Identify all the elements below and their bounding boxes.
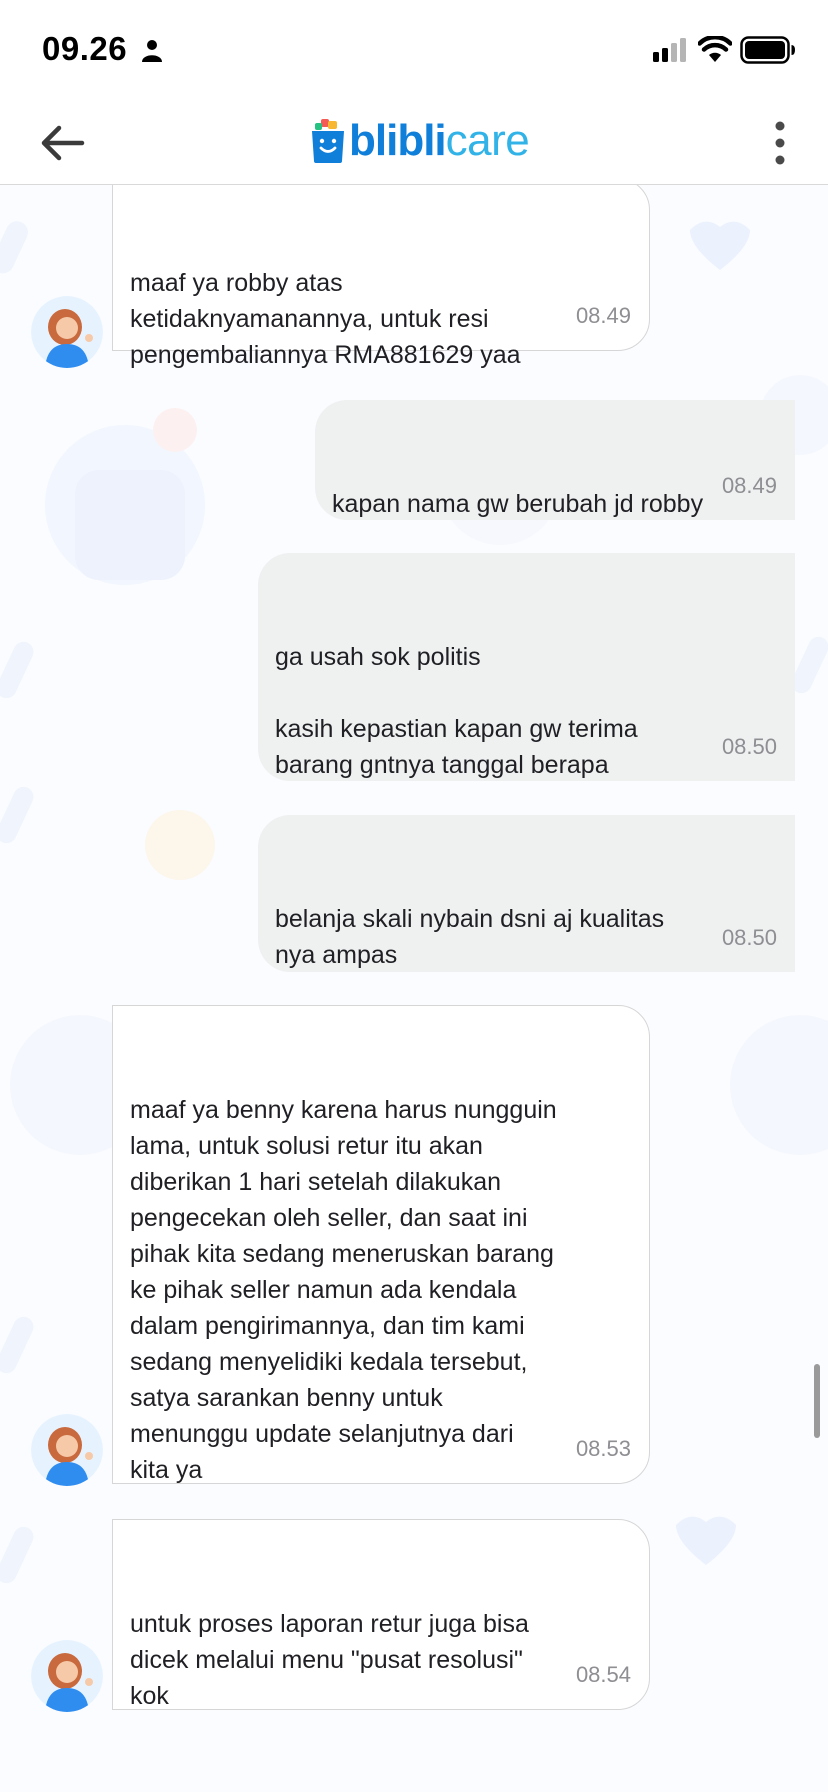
user-message-bubble[interactable]: belanja skali nybain dsni aj kualitas ny… bbox=[258, 815, 795, 972]
status-time: 09.26 bbox=[42, 30, 128, 67]
message-time: 08.49 bbox=[721, 473, 777, 498]
message-text: maaf ya robby atas ketidaknyamanannya, u… bbox=[130, 269, 521, 369]
agent-avatar bbox=[31, 296, 103, 368]
chat-area[interactable]: maaf ya robby atas ketidaknyamanannya, u… bbox=[0, 185, 828, 1792]
status-bar: 09.26 bbox=[0, 0, 828, 100]
wifi-icon bbox=[698, 36, 732, 62]
message-time: 08.50 bbox=[721, 734, 777, 759]
signal-icon bbox=[653, 38, 686, 62]
message-time: 08.54 bbox=[575, 1662, 631, 1687]
app-header: blibli care bbox=[0, 100, 828, 185]
agent-message-bubble[interactable]: maaf ya robby atas ketidaknyamanannya, u… bbox=[112, 185, 650, 369]
message-time: 08.49 bbox=[575, 303, 631, 328]
message-text: maaf ya benny karena harus nungguin lama… bbox=[130, 1096, 557, 1484]
battery-icon bbox=[740, 36, 795, 64]
user-message-bubble[interactable]: ga usah sok politis kasih kepastian kapa… bbox=[258, 553, 795, 781]
brand-name-primary: blibli bbox=[349, 116, 447, 165]
back-arrow-icon[interactable] bbox=[38, 120, 88, 166]
message-text: untuk proses laporan retur juga bisa dic… bbox=[130, 1610, 529, 1710]
message-text: ga usah sok politis kasih kepastian kapa… bbox=[275, 643, 638, 779]
person-icon bbox=[142, 40, 162, 62]
message-text: belanja skali nybain dsni aj kualitas ny… bbox=[275, 905, 665, 969]
message-text: kapan nama gw berubah jd robby bbox=[332, 490, 704, 518]
brand-name-secondary: care bbox=[445, 116, 530, 165]
blibli-care-logo: blibli care bbox=[311, 116, 530, 166]
agent-message-bubble[interactable]: maaf ya benny karena harus nungguin lama… bbox=[112, 1005, 650, 1484]
user-message-bubble[interactable]: kapan nama gw berubah jd robby 08.49 bbox=[315, 400, 795, 520]
shopping-bag-logo-icon bbox=[312, 119, 344, 163]
message-time: 08.50 bbox=[721, 925, 777, 950]
more-vertical-icon[interactable] bbox=[766, 120, 794, 166]
message-time: 08.53 bbox=[575, 1436, 631, 1461]
agent-message-bubble[interactable]: untuk proses laporan retur juga bisa dic… bbox=[112, 1519, 650, 1710]
scroll-indicator[interactable] bbox=[814, 1364, 820, 1438]
agent-avatar bbox=[31, 1414, 103, 1486]
agent-avatar bbox=[31, 1640, 103, 1712]
